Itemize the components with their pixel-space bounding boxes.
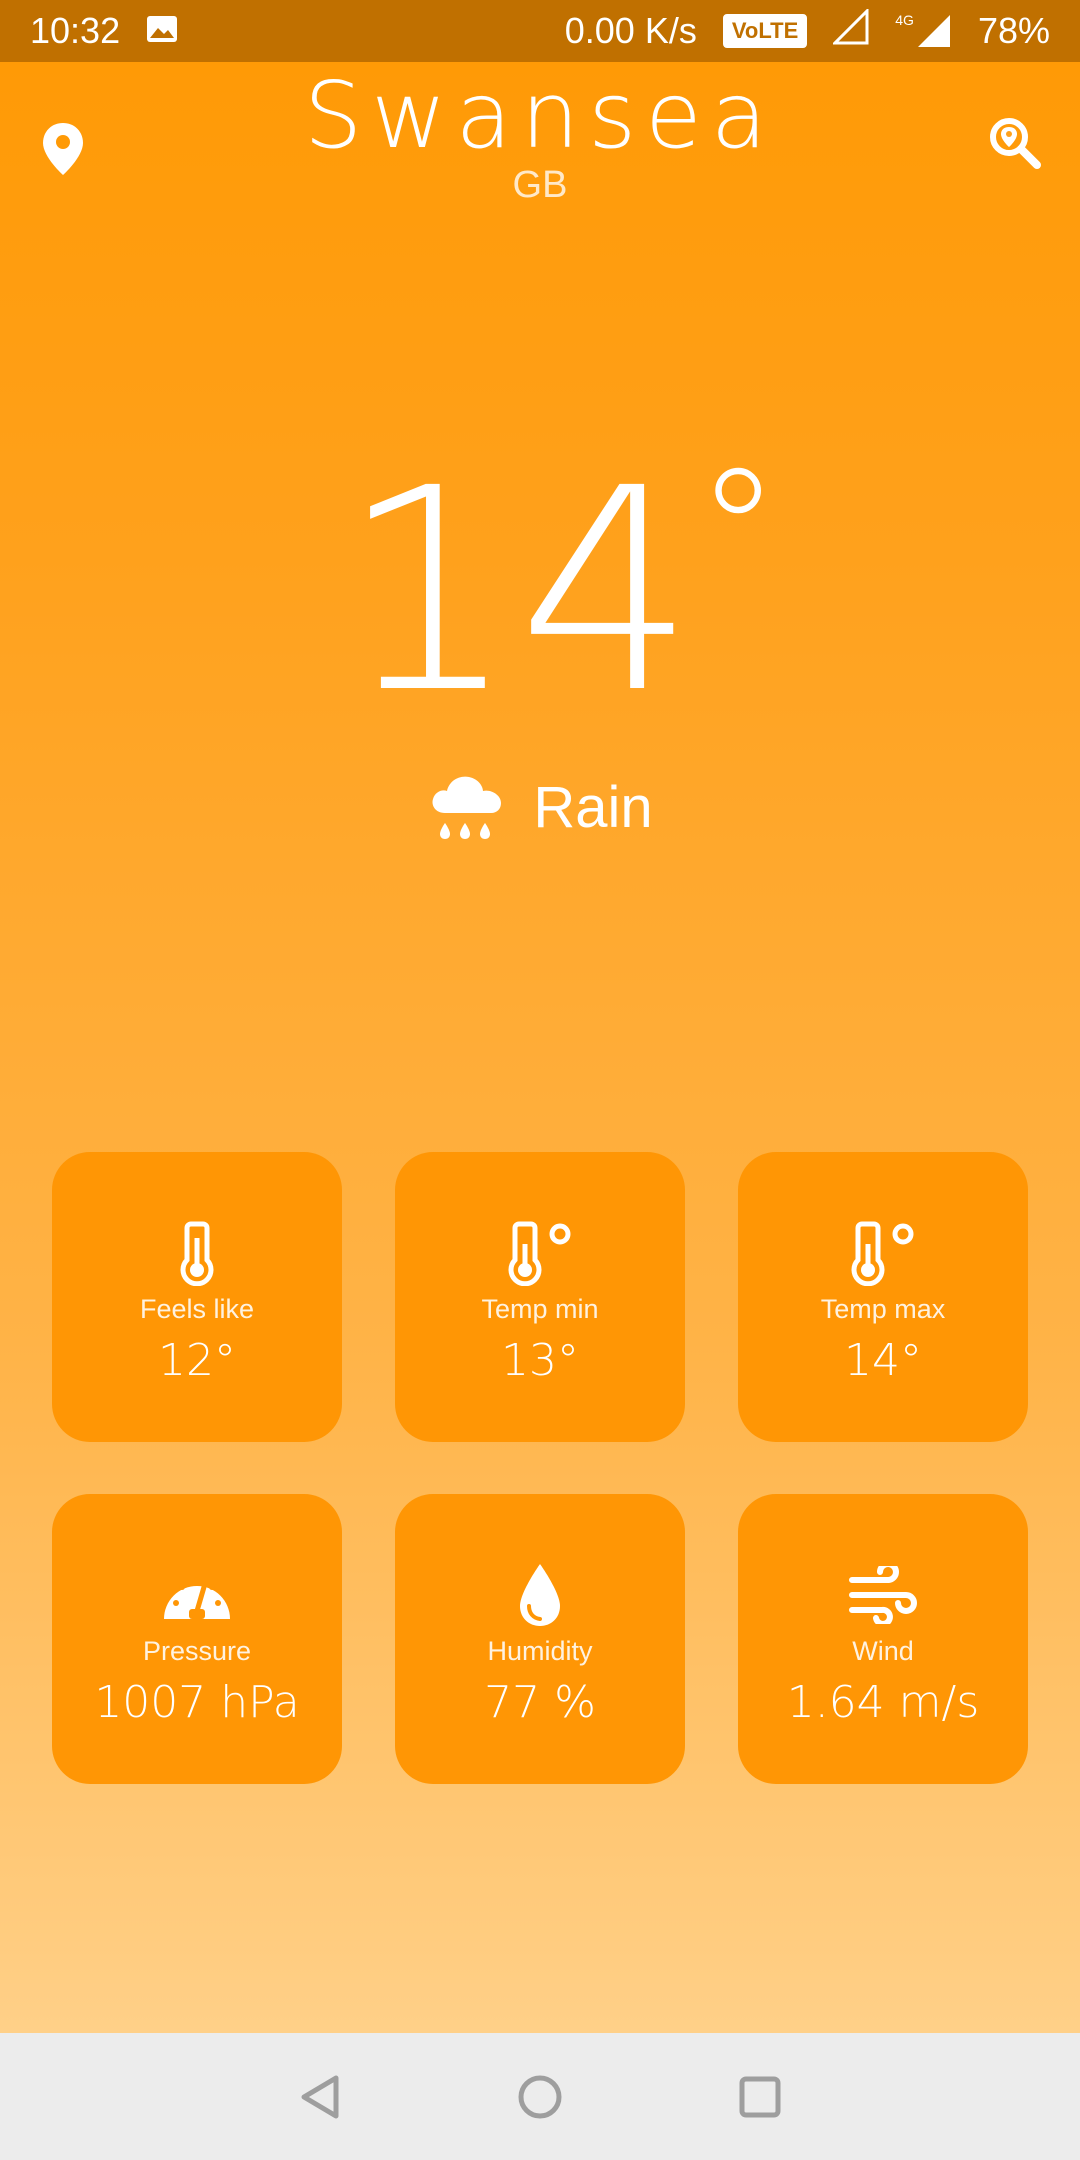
temp-max-card: Temp max 14° <box>738 1152 1028 1442</box>
temperature-value: 14 <box>339 429 696 755</box>
search-location-icon <box>990 118 1041 169</box>
card-value: 14° <box>844 1335 922 1386</box>
wind-card: Wind 1.64 m/s <box>738 1494 1028 1784</box>
card-label: Wind <box>852 1636 914 1666</box>
thermometer-degree-icon <box>508 1221 571 1286</box>
recents-square-icon <box>739 2076 781 2117</box>
card-value: 13° <box>501 1335 579 1386</box>
weather-details-grid: Feels like 12° Temp min 13° Temp max 14°… <box>52 1152 1028 1784</box>
city-name: Swansea <box>303 62 777 169</box>
card-label: Pressure <box>142 1636 252 1666</box>
signal-empty-icon <box>831 6 869 54</box>
network-speed: 0.00 K/s <box>564 10 697 51</box>
card-label: Temp max <box>820 1294 946 1324</box>
wind-icon <box>849 1566 917 1624</box>
weather-screen: Swansea GB 14° Rain Feels like 12° Temp … <box>0 62 1080 2033</box>
card-label: Feels like <box>139 1294 255 1324</box>
gallery-notification-icon <box>146 10 178 52</box>
volte-badge: VoLTE <box>722 14 808 48</box>
card-label: Humidity <box>487 1636 593 1666</box>
card-value: 12° <box>158 1335 236 1386</box>
water-drop-icon <box>520 1564 560 1626</box>
signal-4g-icon: 4G <box>895 13 952 49</box>
temp-min-card: Temp min 13° <box>395 1152 685 1442</box>
search-button[interactable] <box>980 108 1050 178</box>
humidity-card: Humidity 77 % <box>395 1494 685 1784</box>
back-triangle-icon <box>301 2075 339 2118</box>
card-value: 1.64 m/s <box>786 1677 980 1728</box>
home-circle-icon <box>518 2075 562 2118</box>
navigation-bar <box>0 2033 1080 2160</box>
status-time: 10:32 <box>30 10 121 51</box>
battery-level: 78% <box>977 10 1050 51</box>
home-button[interactable] <box>505 2062 575 2132</box>
recents-button[interactable] <box>725 2062 795 2132</box>
country-code: GB <box>512 164 568 206</box>
pressure-card: Pressure 1007 hPa <box>52 1494 342 1784</box>
back-button[interactable] <box>285 2062 355 2132</box>
thermometer-icon <box>180 1221 214 1286</box>
feels-like-card: Feels like 12° <box>52 1152 342 1442</box>
network-type-label: 4G <box>895 12 914 28</box>
condition-text: Rain <box>533 774 653 840</box>
current-temperature: 14° <box>0 442 1080 732</box>
card-label: Temp min <box>481 1294 599 1324</box>
rain-cloud-icon <box>432 776 502 839</box>
card-value: 77 % <box>484 1677 596 1728</box>
thermometer-degree-icon <box>851 1221 914 1286</box>
degree-symbol: ° <box>695 433 781 631</box>
status-bar: 10:32 0.00 K/s VoLTE 4G 78% <box>0 0 1080 62</box>
weather-condition: Rain <box>0 767 1080 847</box>
gauge-icon <box>164 1577 230 1619</box>
card-value: 1007 hPa <box>94 1677 300 1728</box>
